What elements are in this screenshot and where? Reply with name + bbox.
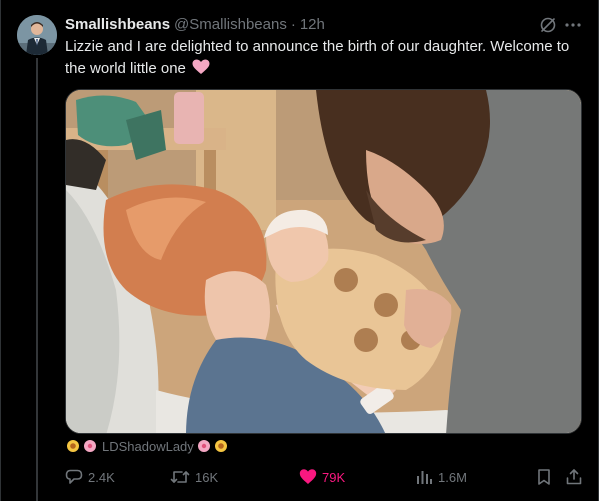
pink-heart-icon — [192, 59, 210, 82]
post-actions: 2.4K 16K 79K 1.6M — [65, 466, 585, 488]
share-button[interactable] — [565, 466, 588, 488]
cherry-blossom-icon — [197, 439, 211, 453]
share-icon — [566, 469, 582, 485]
timeline-left-border — [0, 0, 1, 501]
reply-count: 2.4K — [88, 469, 115, 485]
repost-icon — [170, 471, 190, 483]
post-text: Lizzie and I are delighted to announce t… — [65, 38, 570, 77]
post-text-container: Lizzie and I are delighted to announce t… — [65, 36, 585, 82]
author-handle[interactable]: @Smallishbeans — [174, 16, 287, 33]
reply-button[interactable]: 2.4K — [65, 466, 115, 488]
sunflower-icon — [66, 439, 80, 453]
cherry-blossom-icon — [83, 439, 97, 453]
more-options-icon[interactable] — [563, 15, 583, 35]
timestamp[interactable]: 12h — [300, 16, 325, 33]
avatar[interactable] — [17, 15, 57, 55]
author-name[interactable]: Smallishbeans — [65, 16, 170, 33]
view-count: 1.6M — [438, 469, 467, 485]
repost-button[interactable]: 16K — [170, 466, 218, 488]
like-button[interactable]: 79K — [299, 466, 345, 488]
bookmark-button[interactable] — [535, 466, 558, 488]
separator-dot: · — [290, 15, 296, 33]
thread-line — [36, 58, 38, 501]
heart-icon — [299, 469, 317, 484]
bookmark-icon — [538, 469, 550, 485]
post-header: Smallishbeans @Smallishbeans · 12h — [65, 14, 325, 34]
analytics-icon — [417, 471, 432, 484]
sunflower-icon — [214, 439, 228, 453]
photo-caption-text: LDShadowLady — [102, 438, 194, 454]
like-count: 79K — [322, 469, 346, 485]
reply-icon — [65, 469, 83, 484]
repost-count: 16K — [195, 469, 219, 485]
views-button[interactable]: 1.6M — [415, 466, 467, 488]
photo-caption[interactable]: LDShadowLady — [66, 436, 231, 456]
post-photo[interactable] — [65, 89, 582, 434]
grok-icon[interactable] — [538, 15, 558, 35]
